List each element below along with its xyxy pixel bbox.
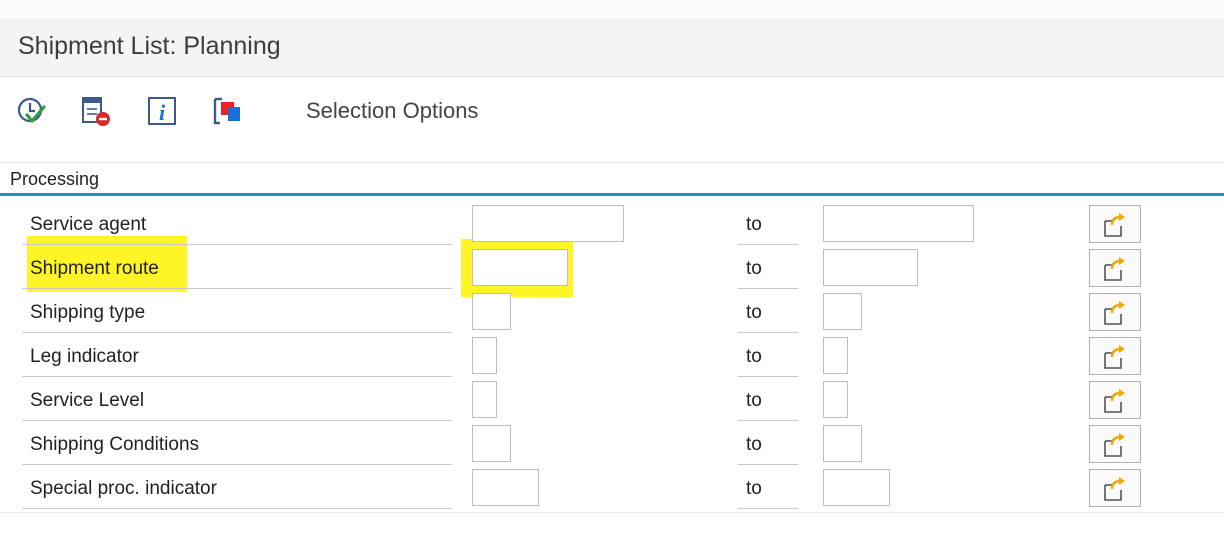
title-bar: Shipment List: Planning <box>0 18 1224 77</box>
copy-variant-icon[interactable] <box>212 95 244 127</box>
multiple-selection-icon <box>1104 301 1125 325</box>
row-label: Leg indicator <box>22 334 452 377</box>
to-label: to <box>738 334 798 377</box>
to-input-shipping-type[interactable] <box>823 293 862 330</box>
multiple-selection-icon <box>1104 345 1125 369</box>
selection-row-shipping-type: Shipping type to <box>0 290 1224 334</box>
to-label: to <box>738 466 798 509</box>
multiple-selection-button[interactable] <box>1089 425 1141 463</box>
to-label: to <box>738 422 798 465</box>
execute-icon[interactable] <box>16 95 48 127</box>
section-header: Processing <box>0 162 1224 196</box>
to-input-service-agent[interactable] <box>823 205 974 242</box>
selection-options-button[interactable]: Selection Options <box>306 98 478 124</box>
to-label: to <box>738 290 798 333</box>
from-input-shipping-conditions[interactable] <box>472 425 511 462</box>
row-label: Shipping type <box>22 290 452 333</box>
svg-text:i: i <box>159 100 166 125</box>
bottom-divider <box>0 512 1224 513</box>
to-input-shipment-route[interactable] <box>823 249 918 286</box>
multiple-selection-button[interactable] <box>1089 249 1141 287</box>
multiple-selection-button[interactable] <box>1089 337 1141 375</box>
multiple-selection-icon <box>1104 213 1125 237</box>
to-input-shipping-conditions[interactable] <box>823 425 862 462</box>
multiple-selection-button[interactable] <box>1089 205 1141 243</box>
from-input-leg-indicator[interactable] <box>472 337 497 374</box>
row-label: Shipping Conditions <box>22 422 452 465</box>
to-label: to <box>738 202 798 245</box>
multiple-selection-icon <box>1104 257 1125 281</box>
multiple-selection-button[interactable] <box>1089 293 1141 331</box>
selection-row-service-agent: Service agent to <box>0 202 1224 246</box>
from-input-service-agent[interactable] <box>472 205 624 242</box>
selection-row-shipment-route: Shipment route to <box>0 246 1224 290</box>
from-input-shipping-type[interactable] <box>472 293 511 330</box>
multiple-selection-icon <box>1104 477 1125 501</box>
page-title: Shipment List: Planning <box>18 32 281 60</box>
multiple-selection-button[interactable] <box>1089 381 1141 419</box>
multiple-selection-icon <box>1104 433 1125 457</box>
selection-row-leg-indicator: Leg indicator to <box>0 334 1224 378</box>
from-input-special-proc-indicator[interactable] <box>472 469 539 506</box>
section-title: Processing <box>10 169 100 189</box>
row-label: Special proc. indicator <box>22 466 452 509</box>
multiple-selection-button[interactable] <box>1089 469 1141 507</box>
window-top-strip <box>0 0 1224 18</box>
delete-variant-icon[interactable] <box>80 95 112 127</box>
selection-row-special-proc-indicator: Special proc. indicator to <box>0 466 1224 510</box>
multiple-selection-icon <box>1104 389 1125 413</box>
from-input-shipment-route[interactable] <box>472 249 568 286</box>
row-label: Service Level <box>22 378 452 421</box>
info-icon[interactable]: i <box>146 95 178 127</box>
row-label: Shipment route <box>22 246 452 289</box>
from-input-service-level[interactable] <box>472 381 497 418</box>
to-input-special-proc-indicator[interactable] <box>823 469 890 506</box>
selection-row-service-level: Service Level to <box>0 378 1224 422</box>
to-input-service-level[interactable] <box>823 381 848 418</box>
to-label: to <box>738 378 798 421</box>
selection-row-shipping-conditions: Shipping Conditions to <box>0 422 1224 466</box>
row-label: Service agent <box>22 202 452 245</box>
to-input-leg-indicator[interactable] <box>823 337 848 374</box>
to-label: to <box>738 246 798 289</box>
toolbar: i Selection Options <box>0 77 1224 142</box>
